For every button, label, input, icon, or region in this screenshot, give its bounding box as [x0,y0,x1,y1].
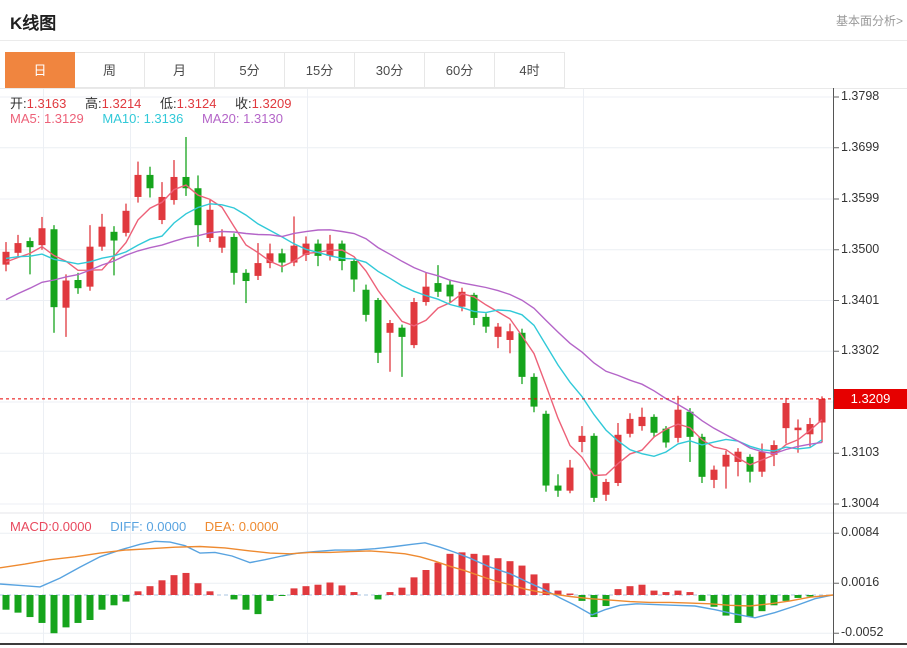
kline-module: K线图 基本面分析> 日 周 月 5分 15分 30分 60分 4时 开:1.3… [0,0,907,648]
ma20-value: 1.3130 [243,111,283,126]
close-label: 收: [235,96,252,111]
price-axis-label: 1.3798 [841,89,903,103]
period-tabs: 日 周 月 5分 15分 30分 60分 4时 [5,52,565,88]
ohlc-legend: 开:1.3163 高:1.3214 低:1.3124 收:1.3209 [10,93,306,112]
dea-value: 0.0000 [239,519,279,534]
tab-day[interactable]: 日 [5,52,75,88]
tab-60min[interactable]: 60分 [425,52,495,88]
macd-axis-label: 0.0084 [841,525,903,539]
module-header: K线图 基本面分析> [0,0,907,41]
fundamental-analysis-link[interactable]: 基本面分析> [836,12,903,29]
tab-5min[interactable]: 5分 [215,52,285,88]
price-axis-label: 1.3500 [841,242,903,256]
current-price-badge: 1.3209 [834,389,907,409]
diff-value: 0.0000 [146,519,186,534]
macd-legend: MACD:0.0000 DIFF: 0.0000 DEA: 0.0000 [10,519,294,534]
price-axis-label: 1.3103 [841,445,903,459]
macd-histogram [3,552,814,633]
tab-week[interactable]: 周 [75,52,145,88]
ma20-label: MA20: [202,111,240,126]
macd-label: MACD: [10,519,52,534]
open-value: 1.3163 [27,96,67,111]
page-title: K线图 [10,9,56,34]
macd-axis-label: 0.0016 [841,575,903,589]
price-axis-label: 1.3302 [841,343,903,357]
ma5-value: 1.3129 [44,111,84,126]
kline-chart[interactable]: 开:1.3163 高:1.3214 低:1.3124 收:1.3209 MA5:… [0,88,907,648]
diff-label: DIFF: [110,519,143,534]
macd-value: 0.0000 [52,519,92,534]
tab-30min[interactable]: 30分 [355,52,425,88]
price-axis-label: 1.3599 [841,191,903,205]
high-value: 1.3214 [102,96,142,111]
ma5-label: MA5: [10,111,40,126]
price-axis-label: 1.3699 [841,140,903,154]
dea-label: DEA: [205,519,235,534]
tab-4hour[interactable]: 4时 [495,52,565,88]
low-value: 1.3124 [177,96,217,111]
price-axis-label: 1.3004 [841,496,903,510]
open-label: 开: [10,96,27,111]
price-axis-label: 1.3401 [841,293,903,307]
kline-chart-canvas[interactable] [0,88,907,648]
ma10-value: 1.3136 [144,111,184,126]
macd-axis-label: -0.0052 [841,625,903,639]
tab-15min[interactable]: 15分 [285,52,355,88]
candles-layer [3,137,826,502]
ma10-label: MA10: [102,111,140,126]
tab-month[interactable]: 月 [145,52,215,88]
low-label: 低: [160,96,177,111]
close-value: 1.3209 [252,96,292,111]
ma-legend: MA5: 1.3129 MA10: 1.3136 MA20: 1.3130 [10,111,298,126]
high-label: 高: [85,96,102,111]
